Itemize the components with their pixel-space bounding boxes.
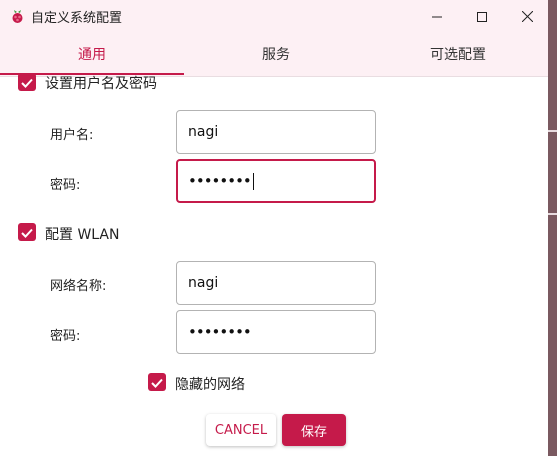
tab-label: 通用 — [78, 47, 106, 63]
user-password-input[interactable]: •••••••• — [176, 159, 376, 203]
cancel-button[interactable]: CANCEL — [206, 414, 276, 446]
tab-services[interactable]: 服务 — [184, 32, 368, 76]
tab-options[interactable]: 可选配置 — [368, 32, 548, 76]
background-mark — [548, 213, 557, 215]
user-password-label: 密码: — [50, 178, 81, 193]
tab-bar: 通用 服务 可选配置 — [0, 32, 548, 77]
tab-general[interactable]: 通用 — [0, 32, 184, 76]
configure-wlan-checkbox[interactable] — [18, 223, 36, 241]
background-mark — [548, 130, 557, 132]
ssid-label: 网络名称: — [50, 279, 107, 294]
background-window-edge — [548, 0, 557, 456]
configure-wlan-label: 配置 WLAN — [45, 227, 120, 243]
minimize-icon — [432, 7, 442, 26]
ssid-value: nagi — [188, 275, 219, 291]
checkmark-icon — [151, 373, 163, 392]
general-tab-content: 设置用户名及密码 用户名: nagi 密码: •••••••• 配置 WLAN … — [0, 73, 548, 456]
save-button[interactable]: 保存 — [282, 414, 346, 446]
username-input[interactable]: nagi — [176, 110, 376, 154]
wlan-password-value: •••••••• — [188, 323, 252, 341]
title-bar[interactable]: 自定义系统配置 — [0, 0, 548, 32]
minimize-button[interactable] — [414, 0, 460, 32]
maximize-icon — [477, 7, 487, 26]
maximize-button[interactable] — [459, 0, 505, 32]
customization-dialog: 自定义系统配置 通用 服务 可选配置 设置用户名及密码 用户名: nagi 密码… — [0, 0, 548, 456]
text-caret — [252, 172, 255, 190]
set-user-checkbox[interactable] — [18, 73, 36, 91]
tab-label: 服务 — [262, 47, 290, 63]
username-label: 用户名: — [50, 128, 94, 143]
close-icon — [521, 7, 533, 26]
tab-label: 可选配置 — [430, 47, 486, 63]
ssid-input[interactable]: nagi — [176, 261, 376, 305]
checkmark-icon — [21, 73, 33, 92]
set-user-label: 设置用户名及密码 — [45, 76, 157, 92]
hidden-network-label: 隐藏的网络 — [175, 377, 245, 393]
raspberry-icon — [10, 8, 24, 24]
username-value: nagi — [188, 124, 219, 140]
user-password-value: •••••••• — [188, 172, 252, 190]
close-button[interactable] — [504, 0, 548, 32]
hidden-network-checkbox[interactable] — [148, 373, 166, 391]
checkmark-icon — [21, 223, 33, 242]
wlan-password-label: 密码: — [50, 329, 81, 344]
window-title: 自定义系统配置 — [31, 10, 123, 26]
wlan-password-input[interactable]: •••••••• — [176, 310, 376, 354]
